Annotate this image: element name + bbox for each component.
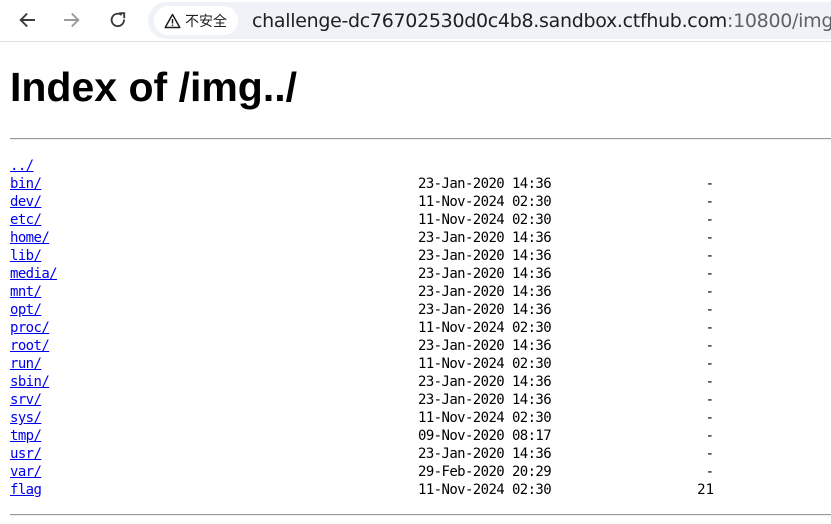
entry-link[interactable]: run/ bbox=[10, 355, 42, 373]
entry-link[interactable]: lib/ bbox=[10, 247, 42, 265]
entry-date: 23-Jan-2020 14:36 bbox=[418, 302, 552, 318]
list-item: var/29-Feb-2020 20:29 - bbox=[10, 463, 831, 481]
entry-link[interactable]: mnt/ bbox=[10, 283, 42, 301]
entry-size: 21 bbox=[697, 482, 714, 498]
address-bar[interactable]: 不安全 challenge-dc76702530d0c4b8.sandbox.c… bbox=[148, 2, 831, 39]
entry-date: 11-Nov-2024 02:30 bbox=[418, 410, 552, 426]
entry-date: 23-Jan-2020 14:36 bbox=[418, 248, 552, 264]
entry-size: - bbox=[705, 284, 714, 300]
entry-link[interactable]: flag bbox=[10, 481, 42, 499]
arrow-right-icon bbox=[63, 11, 81, 29]
url-host: challenge-dc76702530d0c4b8.sandbox.ctfhu… bbox=[252, 10, 727, 32]
entry-date: 23-Jan-2020 14:36 bbox=[418, 266, 552, 282]
entry-date: 11-Nov-2024 02:30 bbox=[418, 356, 552, 372]
divider-bottom bbox=[10, 514, 831, 516]
entry-size: - bbox=[705, 428, 714, 444]
entry-date: 23-Jan-2020 14:36 bbox=[418, 284, 552, 300]
entry-link[interactable]: proc/ bbox=[10, 319, 50, 337]
entry-link[interactable]: sys/ bbox=[10, 409, 42, 427]
divider-top bbox=[10, 138, 831, 140]
list-item: proc/11-Nov-2024 02:30 - bbox=[10, 319, 831, 337]
entry-link[interactable]: tmp/ bbox=[10, 427, 42, 445]
entry-link[interactable]: bin/ bbox=[10, 175, 42, 193]
list-item: flag 11-Nov-2024 02:30 21 bbox=[10, 481, 831, 499]
entry-link[interactable]: var/ bbox=[10, 463, 42, 481]
entry-date: 11-Nov-2024 02:30 bbox=[418, 194, 552, 210]
reload-button[interactable] bbox=[104, 6, 132, 34]
entry-size: - bbox=[705, 302, 714, 318]
entry-link[interactable]: etc/ bbox=[10, 211, 42, 229]
entry-date: 23-Jan-2020 14:36 bbox=[418, 338, 552, 354]
directory-listing: ../ bin/23-Jan-2020 14:36- dev/11-Nov-202… bbox=[10, 157, 831, 499]
entry-date: 23-Jan-2020 14:36 bbox=[418, 392, 552, 408]
list-item: mnt/23-Jan-2020 14:36 - bbox=[10, 283, 831, 301]
list-item: sbin/23-Jan-2020 14:36 - bbox=[10, 373, 831, 391]
entry-date: 23-Jan-2020 14:36 bbox=[418, 374, 552, 390]
entry-link[interactable]: root/ bbox=[10, 337, 50, 355]
entry-size: - bbox=[705, 356, 714, 372]
url-text[interactable]: challenge-dc76702530d0c4b8.sandbox.ctfhu… bbox=[252, 10, 831, 32]
entry-size: - bbox=[705, 410, 714, 426]
security-label: 不安全 bbox=[185, 13, 227, 30]
entry-link[interactable]: usr/ bbox=[10, 445, 42, 463]
list-item: dev/11-Nov-2024 02:30 - bbox=[10, 193, 831, 211]
entry-size: - bbox=[705, 230, 714, 246]
entry-date: 23-Jan-2020 14:36 bbox=[418, 230, 552, 246]
entry-date: 23-Jan-2020 14:36 bbox=[418, 176, 552, 192]
entry-size: - bbox=[705, 212, 714, 228]
entry-size: - bbox=[705, 266, 714, 282]
entry-date: 11-Nov-2024 02:30 bbox=[418, 212, 552, 228]
entry-link[interactable]: media/ bbox=[10, 265, 58, 283]
warning-triangle-icon bbox=[163, 12, 181, 30]
reload-icon bbox=[109, 11, 127, 29]
entry-size: - bbox=[705, 446, 714, 462]
entry-link[interactable]: srv/ bbox=[10, 391, 42, 409]
entry-size: - bbox=[705, 338, 714, 354]
entry-date: 09-Nov-2020 08:17 bbox=[418, 428, 552, 444]
entry-size: - bbox=[705, 248, 714, 264]
entry-date: 29-Feb-2020 20:29 bbox=[418, 464, 552, 480]
security-chip[interactable]: 不安全 bbox=[154, 6, 238, 35]
entry-date: 11-Nov-2024 02:30 bbox=[418, 320, 552, 336]
list-item: ../ bbox=[10, 157, 831, 175]
back-button[interactable] bbox=[13, 6, 41, 34]
entry-size: - bbox=[705, 374, 714, 390]
entry-size: - bbox=[705, 176, 714, 192]
list-item: root/23-Jan-2020 14:36 - bbox=[10, 337, 831, 355]
list-item: etc/11-Nov-2024 02:30 - bbox=[10, 211, 831, 229]
entry-link[interactable]: home/ bbox=[10, 229, 50, 247]
list-item: home/23-Jan-2020 14:36 - bbox=[10, 229, 831, 247]
forward-button[interactable] bbox=[58, 6, 86, 34]
list-item: srv/23-Jan-2020 14:36 - bbox=[10, 391, 831, 409]
entries-list: bin/23-Jan-2020 14:36- dev/11-Nov-2024 02… bbox=[10, 175, 831, 499]
list-item: opt/23-Jan-2020 14:36 - bbox=[10, 301, 831, 319]
browser-toolbar: 不安全 challenge-dc76702530d0c4b8.sandbox.c… bbox=[0, 0, 831, 42]
arrow-left-icon bbox=[18, 11, 36, 29]
entry-link[interactable]: sbin/ bbox=[10, 373, 50, 391]
parent-directory-link[interactable]: ../ bbox=[10, 157, 34, 175]
page-title: Index of /img../ bbox=[10, 64, 298, 110]
list-item: run/11-Nov-2024 02:30 - bbox=[10, 355, 831, 373]
entry-date: 11-Nov-2024 02:30 bbox=[418, 482, 552, 498]
entry-size: - bbox=[705, 392, 714, 408]
entry-size: - bbox=[705, 464, 714, 480]
entry-size: - bbox=[705, 194, 714, 210]
list-item: tmp/09-Nov-2020 08:17 - bbox=[10, 427, 831, 445]
entry-link[interactable]: dev/ bbox=[10, 193, 42, 211]
list-item: bin/23-Jan-2020 14:36 - bbox=[10, 175, 831, 193]
list-item: usr/23-Jan-2020 14:36 - bbox=[10, 445, 831, 463]
entry-date: 23-Jan-2020 14:36 bbox=[418, 446, 552, 462]
entry-size: - bbox=[705, 320, 714, 336]
url-path: :10800/img../ bbox=[727, 10, 831, 32]
list-item: lib/23-Jan-2020 14:36 - bbox=[10, 247, 831, 265]
list-item: media/23-Jan-2020 14:36 - bbox=[10, 265, 831, 283]
entry-link[interactable]: opt/ bbox=[10, 301, 42, 319]
list-item: sys/11-Nov-2024 02:30 - bbox=[10, 409, 831, 427]
